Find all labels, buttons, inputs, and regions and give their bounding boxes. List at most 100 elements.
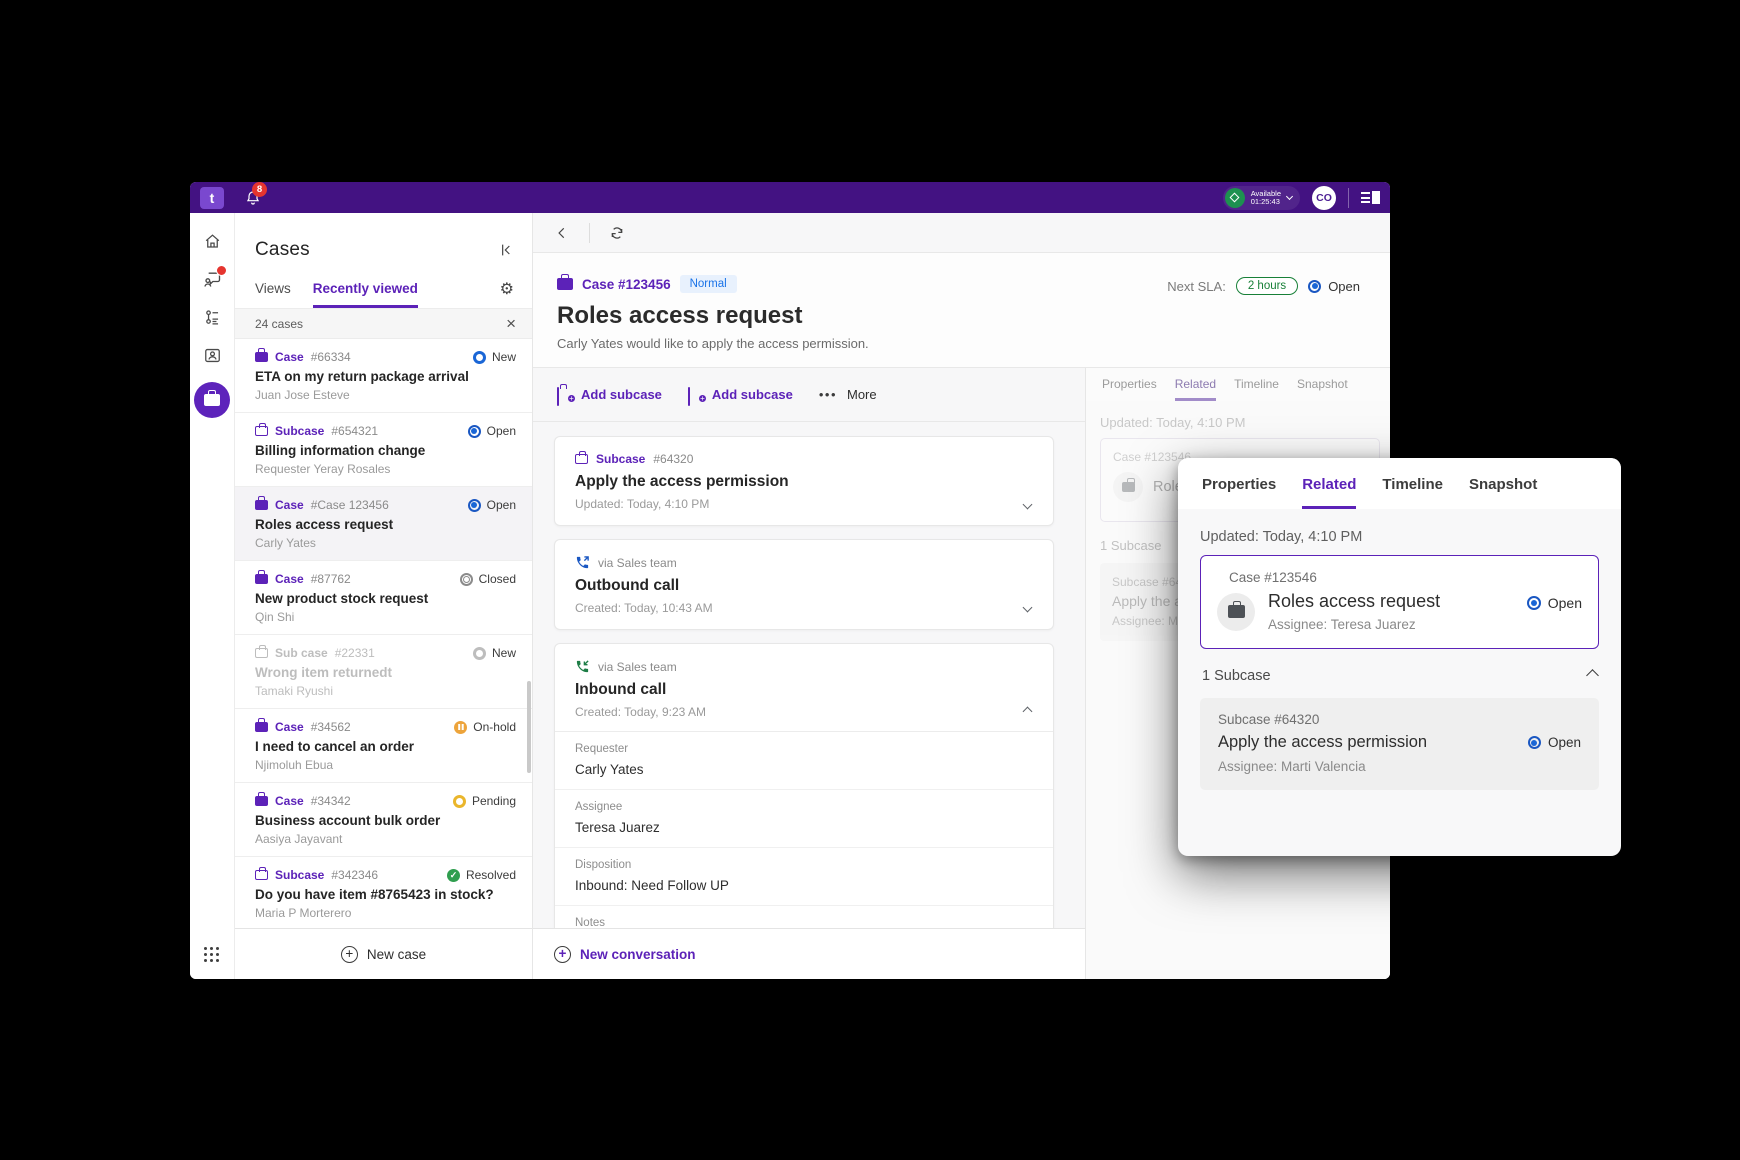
outbound-meta: Created: Today, 10:43 AM — [575, 601, 1033, 615]
status-available-icon — [1225, 188, 1245, 208]
add-subcase-button-2[interactable]: + Add subcase — [688, 387, 793, 402]
add-subcase-button[interactable]: + Add subcase — [557, 387, 662, 402]
notifications-button[interactable]: 8 — [242, 187, 264, 209]
tab-snapshot[interactable]: Snapshot — [1297, 377, 1348, 401]
chevron-down-icon — [1286, 192, 1293, 199]
subcase-title: Apply the access permission — [1218, 733, 1516, 752]
toolbar-divider — [589, 223, 590, 243]
field-requester: Requester Carly Yates — [555, 732, 1053, 790]
new-conversation-button[interactable]: New conversation — [554, 946, 696, 963]
tab-properties[interactable]: Properties — [1102, 377, 1157, 401]
related-overlay-card: Properties Related Timeline Snapshot Upd… — [1178, 458, 1621, 856]
list-item[interactable]: Case #34562 On-hold I need to cancel an … — [235, 709, 532, 783]
briefcase-icon — [255, 796, 268, 806]
case-header: Case #123456 Normal Roles access request… — [533, 253, 1390, 368]
subcase-assignee: Assignee: Marti Valencia — [1218, 759, 1581, 774]
status-badge: Open — [1528, 735, 1581, 750]
briefcase-icon — [1113, 472, 1143, 502]
logo-letter: t — [210, 190, 215, 206]
briefcase-icon — [255, 722, 268, 732]
expand-button[interactable] — [1024, 495, 1031, 513]
talkdesk-logo[interactable]: t — [200, 187, 224, 209]
conversation-cards: Subcase #64320 Apply the access permissi… — [533, 422, 1085, 928]
subcase-card[interactable]: Subcase #64320 Apply the access permissi… — [554, 436, 1054, 526]
list-item[interactable]: Subcase #654321 Open Billing information… — [235, 413, 532, 487]
case-number-label: Case #123456 — [582, 277, 671, 292]
status-dot — [473, 647, 486, 660]
list-item[interactable]: Case #87762 Closed New product stock req… — [235, 561, 532, 635]
status-dot — [460, 573, 473, 586]
call-details: Requester Carly Yates Assignee Teresa Ju… — [555, 731, 1053, 928]
status-badge: Closed — [460, 572, 516, 586]
briefcase-icon — [255, 352, 268, 362]
tab-views[interactable]: Views — [255, 271, 291, 308]
case-subtitle: Carly Yates would like to apply the acce… — [557, 336, 1366, 351]
subcase-briefcase-icon — [575, 454, 588, 464]
briefcase-icon — [255, 648, 268, 658]
tab-snapshot[interactable]: Snapshot — [1469, 476, 1537, 509]
list-item-muted[interactable]: Sub case #22331 New Wrong item returnedt… — [235, 635, 532, 709]
sidebar-item-home[interactable] — [201, 230, 223, 252]
user-avatar[interactable]: CO — [1312, 186, 1336, 210]
field-disposition: Disposition Inbound: Need Follow UP — [555, 848, 1053, 906]
cases-panel: Cases Views Recently viewed ⚙ 24 cases × — [235, 213, 533, 979]
more-button[interactable]: ••• More — [819, 387, 877, 402]
tab-timeline[interactable]: Timeline — [1382, 476, 1443, 509]
status-badge: Open — [468, 424, 516, 438]
sidebar-item-cases-active[interactable] — [194, 382, 230, 418]
gear-icon[interactable]: ⚙ — [500, 282, 514, 298]
list-item[interactable]: Case #34342 Pending Business account bul… — [235, 783, 532, 857]
subcase-meta: Updated: Today, 4:10 PM — [575, 497, 1033, 511]
new-case-button[interactable]: New case — [341, 946, 426, 963]
subcase-count: 1 Subcase — [1202, 668, 1271, 684]
field-assignee: Assignee Teresa Juarez — [555, 790, 1053, 848]
sidebar-item-conversations[interactable] — [201, 268, 223, 290]
tab-recently-viewed[interactable]: Recently viewed — [313, 271, 418, 308]
inbound-call-card[interactable]: via Sales team Inbound call Created: Tod… — [554, 643, 1054, 928]
list-item[interactable]: Case #66334 New ETA on my return package… — [235, 339, 532, 413]
related-case-card[interactable]: Case #123546 Roles access request Assign… — [1200, 555, 1599, 649]
conversation-column: + Add subcase + Add subcase ••• More — [533, 368, 1085, 979]
tab-properties[interactable]: Properties — [1202, 476, 1276, 509]
availability-dropdown[interactable]: Available 01:25:43 — [1223, 186, 1300, 210]
briefcase-plus-icon: + — [557, 388, 573, 401]
sla-pill: 2 hours — [1236, 277, 1298, 295]
briefcase-icon — [557, 278, 573, 290]
collapse-panel-icon[interactable] — [498, 242, 514, 258]
page-title: Cases — [255, 239, 310, 261]
main-toolbar — [533, 213, 1390, 253]
panel-toggle-icon[interactable] — [1361, 191, 1380, 204]
apps-grid-icon[interactable] — [204, 947, 220, 963]
top-bar-right: Available 01:25:43 CO — [1223, 186, 1380, 210]
related-subcase-card[interactable]: Subcase #64320 Apply the access permissi… — [1200, 698, 1599, 790]
back-button[interactable] — [551, 222, 573, 244]
expand-button[interactable] — [1024, 598, 1031, 616]
status-badge: Resolved — [447, 868, 516, 882]
tab-timeline[interactable]: Timeline — [1234, 377, 1279, 401]
scrollbar[interactable] — [527, 681, 531, 773]
sidebar-item-contacts[interactable] — [201, 344, 223, 366]
outbound-call-card[interactable]: via Sales team Outbound call Created: To… — [554, 539, 1054, 630]
tab-related[interactable]: Related — [1302, 476, 1356, 509]
status-badge: Open — [468, 498, 516, 512]
case-status[interactable]: Open — [1308, 279, 1360, 294]
outbound-title: Outbound call — [575, 577, 1033, 595]
status-dot — [454, 721, 467, 734]
inbound-meta: Created: Today, 9:23 AM — [575, 705, 1033, 719]
refresh-button[interactable] — [606, 222, 628, 244]
sidebar-item-workflows[interactable] — [201, 306, 223, 328]
collapse-button[interactable] — [1588, 667, 1597, 685]
case-title: Roles access request — [1268, 591, 1514, 612]
close-icon[interactable]: × — [506, 315, 516, 332]
outbound-call-icon — [575, 555, 590, 570]
case-title: Roles access request — [557, 302, 1366, 330]
collapse-button[interactable] — [1024, 702, 1031, 720]
status-dot — [468, 425, 481, 438]
list-item-selected[interactable]: Case #Case 123456 Open Roles access requ… — [235, 487, 532, 561]
tab-related[interactable]: Related — [1175, 377, 1216, 401]
status-badge: Open — [1527, 595, 1582, 611]
subcase-title: Apply the access permission — [575, 473, 1033, 491]
cases-tabs: Views Recently viewed ⚙ — [235, 271, 532, 309]
status-dot — [1528, 736, 1541, 749]
list-item[interactable]: Subcase #342346 Resolved Do you have ite… — [235, 857, 532, 928]
